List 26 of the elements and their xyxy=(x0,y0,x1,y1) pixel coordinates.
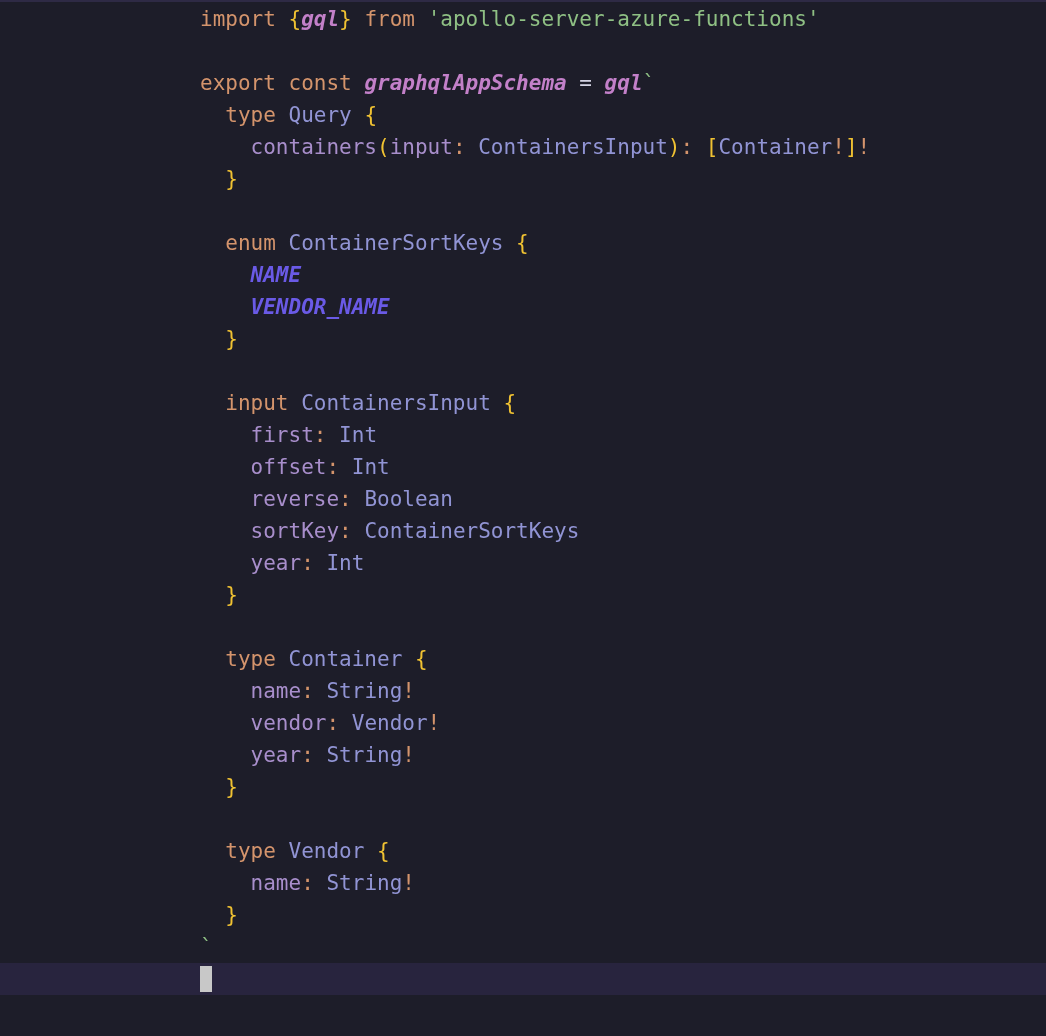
code-line: year: String! xyxy=(249,742,415,769)
code-line: year: Int xyxy=(249,550,365,577)
code-line: } xyxy=(224,902,238,929)
code-line: sortKey: ContainerSortKeys xyxy=(249,518,580,545)
text-cursor xyxy=(200,966,212,992)
code-line: type Query { xyxy=(224,102,378,129)
code-line: type Container { xyxy=(224,646,428,673)
code-line: export const graphqlAppSchema = gql` xyxy=(200,70,656,97)
code-line: name: String! xyxy=(249,870,415,897)
code-line: input ContainersInput { xyxy=(224,390,517,417)
code-line: ` xyxy=(200,934,213,961)
code-line: first: Int xyxy=(249,422,378,449)
code-line: vendor: Vendor! xyxy=(249,710,441,737)
code-line: name: String! xyxy=(249,678,415,705)
code-line: VENDOR_NAME xyxy=(249,294,390,321)
code-line: import {gql} from 'apollo-server-azure-functions' xyxy=(200,6,820,33)
code-line: enum ContainerSortKeys { xyxy=(224,230,529,257)
code-line: reverse: Boolean xyxy=(249,486,453,513)
code-line: } xyxy=(224,774,238,801)
code-line: NAME xyxy=(249,262,302,289)
code-line: type Vendor { xyxy=(224,838,390,865)
code-line: } xyxy=(224,326,238,353)
code-line: offset: Int xyxy=(249,454,390,481)
code-line: } xyxy=(224,166,238,193)
code-line: } xyxy=(224,582,238,609)
code-line: containers(input: ContainersInput): [Container!]! xyxy=(249,134,871,161)
